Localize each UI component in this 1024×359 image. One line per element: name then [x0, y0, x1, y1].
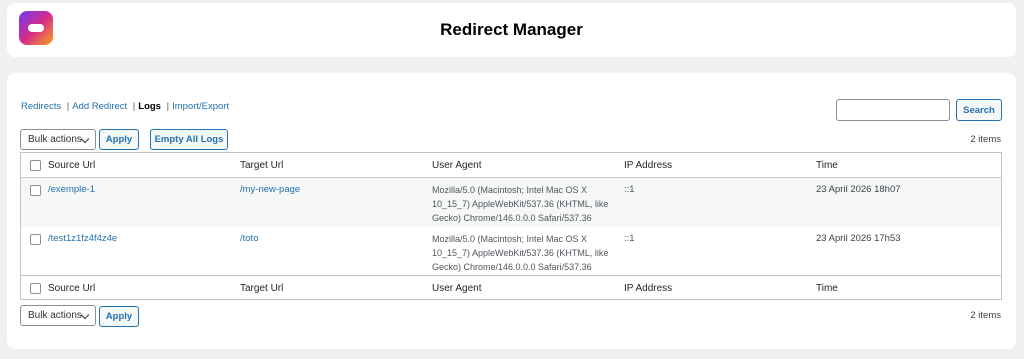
table-footer-row: Source Url Target Url User Agent IP Addr… — [21, 275, 1001, 300]
ip-address-text: ::1 — [624, 233, 635, 244]
user-agent-text: Mozilla/5.0 (Macintosh; Intel Mac OS X 1… — [432, 183, 622, 225]
source-url-link[interactable]: /test1z1fz4f4z4e — [48, 232, 117, 246]
bulk-actions-select-bottom[interactable]: Bulk actions — [20, 305, 96, 326]
table-row: /exemple-1 /my-new-page Mozilla/5.0 (Mac… — [21, 178, 1001, 227]
time-text: 23 April 2026 18h07 — [816, 184, 901, 195]
apply-button-top[interactable]: Apply — [99, 129, 139, 150]
column-header-ip-address[interactable]: IP Address — [624, 159, 672, 173]
column-footer-target-url[interactable]: Target Url — [240, 282, 283, 296]
subnav-logs[interactable]: Logs — [138, 101, 161, 112]
user-agent-line: Mozilla/5.0 (Macintosh; Intel Mac OS X — [432, 185, 588, 195]
search-button[interactable]: Search — [956, 99, 1002, 121]
column-header-time[interactable]: Time — [816, 159, 838, 173]
search-input[interactable] — [836, 99, 950, 121]
subnav: Redirects | Add Redirect | Logs | Import/Ex… — [21, 101, 229, 112]
subnav-separator: | — [66, 101, 70, 112]
app-header: Redirect Manager — [7, 3, 1016, 57]
items-count-top: 2 items — [970, 134, 1001, 145]
user-agent-line: 10_15_7) AppleWebKit/537.36 (KHTML, like — [432, 248, 609, 258]
column-footer-ip-address[interactable]: IP Address — [624, 282, 672, 296]
row-checkbox[interactable] — [30, 234, 41, 245]
column-header-user-agent[interactable]: User Agent — [432, 159, 622, 173]
bulk-actions-value: Bulk actions — [28, 310, 82, 321]
main-panel: Redirects | Add Redirect | Logs | Import/Ex… — [7, 73, 1016, 349]
bulk-actions-select-top[interactable]: Bulk actions — [20, 129, 96, 150]
subnav-redirects[interactable]: Redirects — [21, 101, 61, 112]
column-footer-time[interactable]: Time — [816, 282, 838, 296]
source-url-link[interactable]: /exemple-1 — [48, 183, 95, 197]
user-agent-line: Gecko) Chrome/146.0.0.0 Safari/537.36 — [432, 213, 592, 223]
items-count-bottom: 2 items — [970, 310, 1001, 321]
column-footer-source-url[interactable]: Source Url — [48, 282, 95, 296]
column-footer-user-agent[interactable]: User Agent — [432, 282, 622, 296]
ip-address-text: ::1 — [624, 184, 635, 195]
user-agent-line: Mozilla/5.0 (Macintosh; Intel Mac OS X — [432, 234, 588, 244]
user-agent-line: Gecko) Chrome/146.0.0.0 Safari/537.36 — [432, 262, 592, 272]
subnav-separator: | — [166, 101, 170, 112]
table-row: /test1z1fz4f4z4e /toto Mozilla/5.0 (Maci… — [21, 227, 1001, 275]
user-agent-line: 10_15_7) AppleWebKit/537.36 (KHTML, like — [432, 199, 609, 209]
row-checkbox[interactable] — [30, 185, 41, 196]
chevron-down-icon — [80, 134, 90, 144]
column-header-target-url[interactable]: Target Url — [240, 159, 283, 173]
target-url-link[interactable]: /my-new-page — [240, 183, 300, 197]
target-url-link[interactable]: /toto — [240, 232, 259, 246]
bulk-actions-value: Bulk actions — [28, 134, 82, 145]
subnav-separator: | — [132, 101, 136, 112]
page-title: Redirect Manager — [440, 20, 583, 39]
apply-button-bottom[interactable]: Apply — [99, 306, 139, 327]
chevron-down-icon — [80, 310, 90, 320]
select-all-checkbox-footer[interactable] — [30, 283, 41, 294]
subnav-import-export[interactable]: Import/Export — [172, 101, 229, 112]
column-header-source-url[interactable]: Source Url — [48, 159, 95, 173]
logs-table: Source Url Target Url User Agent IP Addr… — [20, 152, 1002, 300]
time-text: 23 April 2026 17h53 — [816, 233, 901, 244]
table-header-row: Source Url Target Url User Agent IP Addr… — [21, 153, 1001, 178]
user-agent-text: Mozilla/5.0 (Macintosh; Intel Mac OS X 1… — [432, 232, 622, 274]
subnav-add-redirect[interactable]: Add Redirect — [72, 101, 127, 112]
empty-all-logs-button[interactable]: Empty All Logs — [150, 129, 228, 150]
select-all-checkbox[interactable] — [30, 160, 41, 171]
